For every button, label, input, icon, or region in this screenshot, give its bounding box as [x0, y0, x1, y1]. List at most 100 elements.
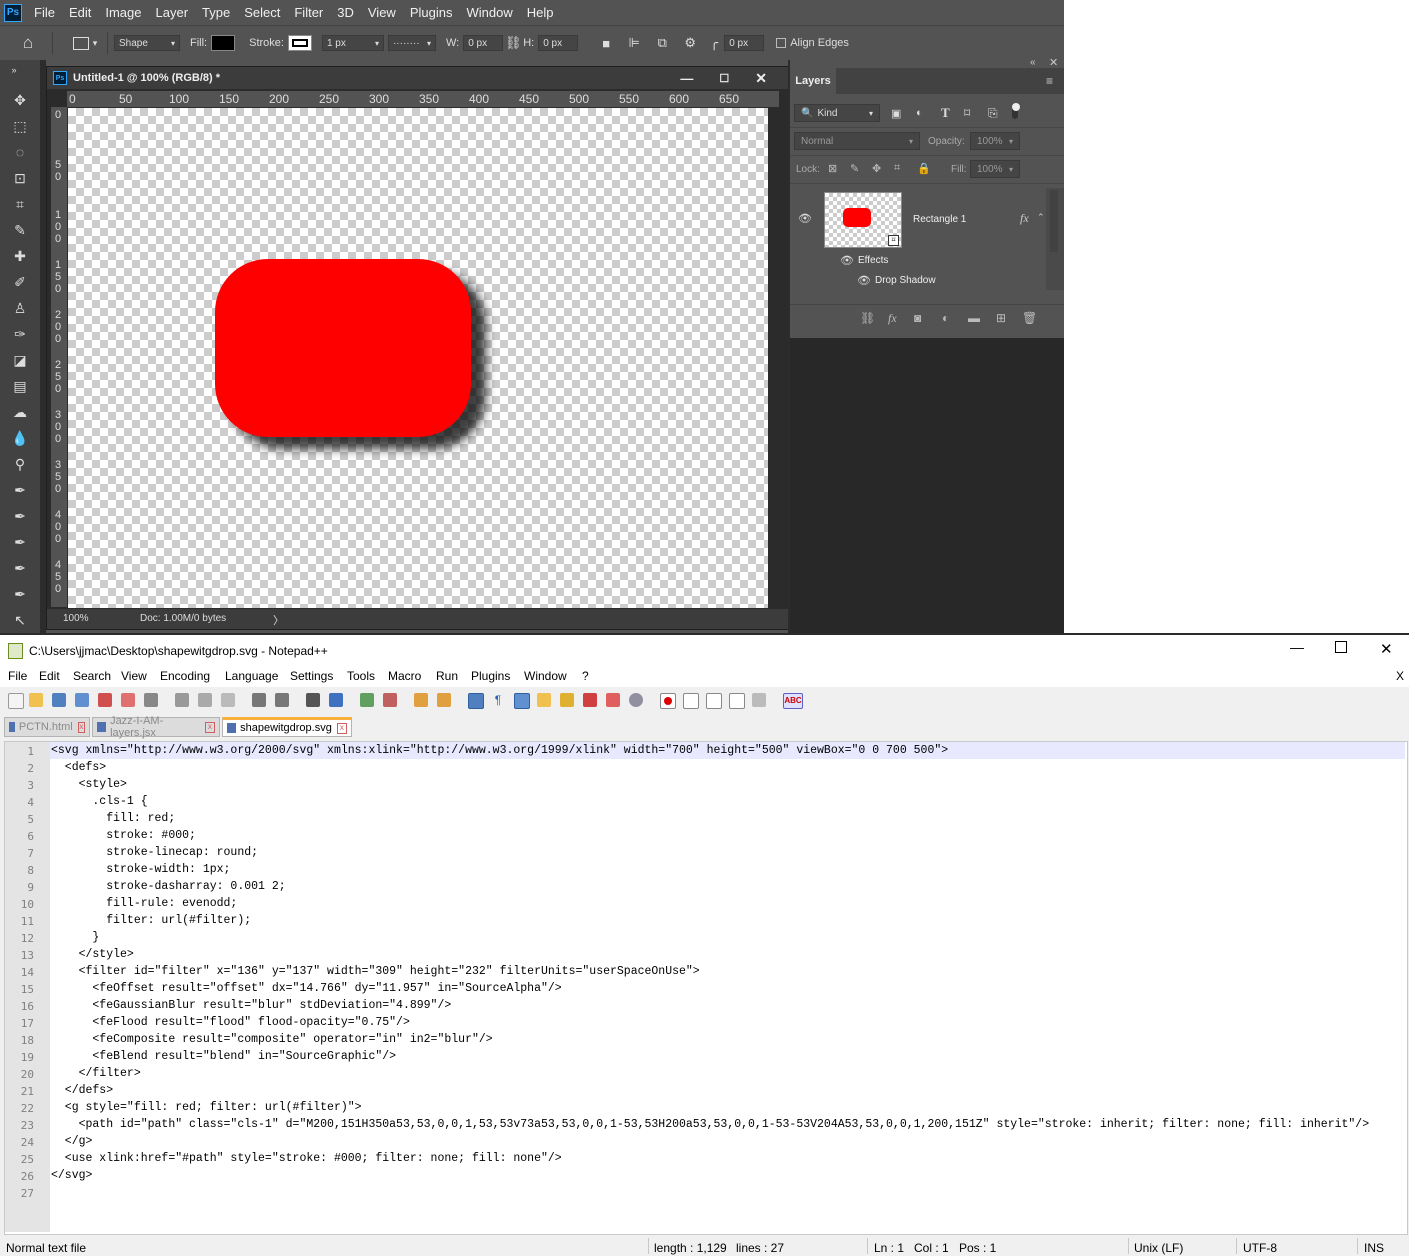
tab-pctn-html[interactable]: PCTN.html x: [4, 717, 90, 737]
fx-icon[interactable]: fx: [1020, 211, 1029, 226]
object-selection-tool-icon[interactable]: ⊡: [10, 168, 30, 188]
chevron-down-icon[interactable]: ▾: [89, 38, 101, 49]
drop-shadow-eye-icon[interactable]: 👁: [857, 274, 871, 287]
ps-menu-window[interactable]: Window: [460, 5, 520, 20]
close-icon[interactable]: ✕: [1380, 640, 1393, 658]
chevron-right-icon[interactable]: 〉: [273, 612, 284, 628]
zoom-level[interactable]: 100%: [63, 613, 89, 624]
np-menu-edit[interactable]: Edit: [39, 669, 60, 683]
minimize-icon[interactable]: —: [1290, 639, 1304, 655]
stroke-style-dropdown[interactable]: ········ ▾: [387, 35, 436, 51]
save-icon[interactable]: [52, 693, 66, 707]
gradient-tool-icon[interactable]: ▤: [10, 376, 30, 396]
np-menu-help[interactable]: ?: [582, 669, 589, 683]
healing-brush-tool-icon[interactable]: ✚: [10, 246, 30, 266]
dodge-tool-icon[interactable]: ⚲: [10, 454, 30, 474]
new-file-icon[interactable]: [8, 693, 24, 709]
indent-guide-icon[interactable]: [514, 693, 530, 709]
filter-pixel-icon[interactable]: ▣: [891, 107, 901, 120]
brush-tool-icon[interactable]: ✐: [10, 272, 30, 292]
home-icon[interactable]: ⌂: [18, 33, 38, 53]
np-menu-encoding[interactable]: Encoding: [160, 669, 210, 683]
filter-kind-dropdown[interactable]: 🔍 Kind ▾: [794, 104, 880, 122]
minimize-icon[interactable]: —: [680, 71, 693, 86]
adjustment-layer-icon[interactable]: ◐: [942, 311, 949, 325]
ps-menu-select[interactable]: Select: [238, 5, 288, 20]
chevron-up-icon[interactable]: ⌃: [1037, 212, 1045, 223]
link-icon[interactable]: ⛓: [503, 35, 523, 51]
status-encoding[interactable]: UTF-8: [1243, 1241, 1277, 1255]
close-all-icon[interactable]: [121, 693, 135, 707]
link-layers-icon[interactable]: ⛓: [860, 311, 875, 325]
status-eol[interactable]: Unix (LF): [1134, 1241, 1183, 1255]
crop-tool-icon[interactable]: ⌗: [10, 194, 30, 214]
height-input[interactable]: 0 px: [538, 35, 579, 51]
open-file-icon[interactable]: [29, 693, 43, 707]
corner-radius-input[interactable]: 0 px: [724, 35, 765, 51]
np-menu-search[interactable]: Search: [73, 669, 111, 683]
np-menu-language[interactable]: Language: [225, 669, 278, 683]
undo-icon[interactable]: [252, 693, 266, 707]
filter-type-icon[interactable]: T: [941, 105, 950, 121]
history-brush-tool-icon[interactable]: ✑: [10, 324, 30, 344]
collapse-panel-icon[interactable]: «: [1030, 57, 1036, 68]
ps-menu-edit[interactable]: Edit: [63, 5, 99, 20]
clone-stamp-tool-icon[interactable]: ♙: [10, 298, 30, 318]
show-all-characters-icon[interactable]: ¶: [491, 693, 505, 707]
redo-icon[interactable]: [275, 693, 289, 707]
close-tab-icon[interactable]: x: [77, 721, 85, 733]
add-style-icon[interactable]: fx: [888, 311, 897, 326]
lasso-tool-icon[interactable]: ◌: [10, 142, 30, 162]
stroke-swatch[interactable]: [287, 35, 312, 51]
filter-shape-icon[interactable]: ⌑: [964, 106, 970, 120]
effects-label[interactable]: Effects: [858, 255, 888, 266]
layer-row-rectangle-1[interactable]: 👁 ⌑ Rectangle 1 fx ⌃ 👁 Effects 👁 Drop Sh…: [790, 188, 1046, 290]
scrollbar-thumb[interactable]: [1050, 190, 1058, 252]
lock-position-icon[interactable]: ✥: [872, 162, 881, 175]
cut-icon[interactable]: [175, 693, 189, 707]
close-file-icon[interactable]: [98, 693, 112, 707]
add-mask-icon[interactable]: ◙: [914, 311, 921, 325]
gear-icon[interactable]: ⚙: [680, 35, 700, 51]
rectangle-tool-icon[interactable]: [73, 36, 89, 50]
path-arrangement-icon[interactable]: ⧉: [652, 35, 672, 51]
eraser-tool-icon[interactable]: ◪: [10, 350, 30, 370]
function-list-icon[interactable]: [560, 693, 574, 707]
blur-tool-icon[interactable]: ☁: [10, 402, 30, 422]
copy-icon[interactable]: [198, 693, 212, 707]
new-group-icon[interactable]: ▬: [968, 311, 980, 325]
curvature-pen-tool-icon[interactable]: ✒: [10, 532, 30, 552]
visibility-eye-icon[interactable]: 👁: [798, 212, 812, 225]
width-input[interactable]: 0 px: [463, 35, 504, 51]
lock-all-icon[interactable]: 🔒: [917, 162, 931, 175]
layers-scrollbar[interactable]: [1046, 188, 1064, 290]
status-ins[interactable]: INS: [1364, 1241, 1384, 1255]
canvas[interactable]: [68, 108, 768, 608]
np-menu-macro[interactable]: Macro: [388, 669, 421, 683]
spell-check-icon[interactable]: ABC: [783, 693, 803, 709]
shape-mode-dropdown[interactable]: Shape ▾: [114, 35, 180, 51]
print-icon[interactable]: [144, 693, 158, 707]
find-icon[interactable]: [306, 693, 320, 707]
add-anchor-point-tool-icon[interactable]: ✒: [10, 558, 30, 578]
np-menu-plugins[interactable]: Plugins: [471, 669, 510, 683]
layer-name[interactable]: Rectangle 1: [913, 214, 966, 225]
ps-menu-filter[interactable]: Filter: [288, 5, 331, 20]
opacity-input[interactable]: 100% ▾: [970, 132, 1020, 150]
path-alignment-icon[interactable]: ⊫: [624, 35, 644, 51]
eyedropper-tool-icon[interactable]: ✎: [10, 220, 30, 240]
monitoring-icon[interactable]: [606, 693, 620, 707]
red-rounded-rectangle[interactable]: [215, 259, 471, 437]
collapse-icon[interactable]: »: [4, 60, 24, 80]
blend-mode-dropdown[interactable]: Normal ▾: [794, 132, 920, 150]
filter-adjustment-icon[interactable]: ◐: [916, 107, 923, 119]
filter-smart-object-icon[interactable]: ⎘: [988, 106, 998, 121]
path-operations-icon[interactable]: ■: [596, 36, 616, 51]
move-tool-icon[interactable]: ✥: [10, 90, 30, 110]
ps-menu-3d[interactable]: 3D: [331, 5, 362, 20]
paste-icon[interactable]: [221, 693, 235, 707]
align-edges-checkbox[interactable]: [776, 38, 787, 48]
document-tab[interactable]: Ps Untitled-1 @ 100% (RGB/8) * — ☐ ✕: [47, 67, 789, 89]
tab-jazz-layers-jsx[interactable]: Jazz-I-AM-layers.jsx x: [92, 715, 220, 739]
ps-menu-view[interactable]: View: [362, 5, 404, 20]
